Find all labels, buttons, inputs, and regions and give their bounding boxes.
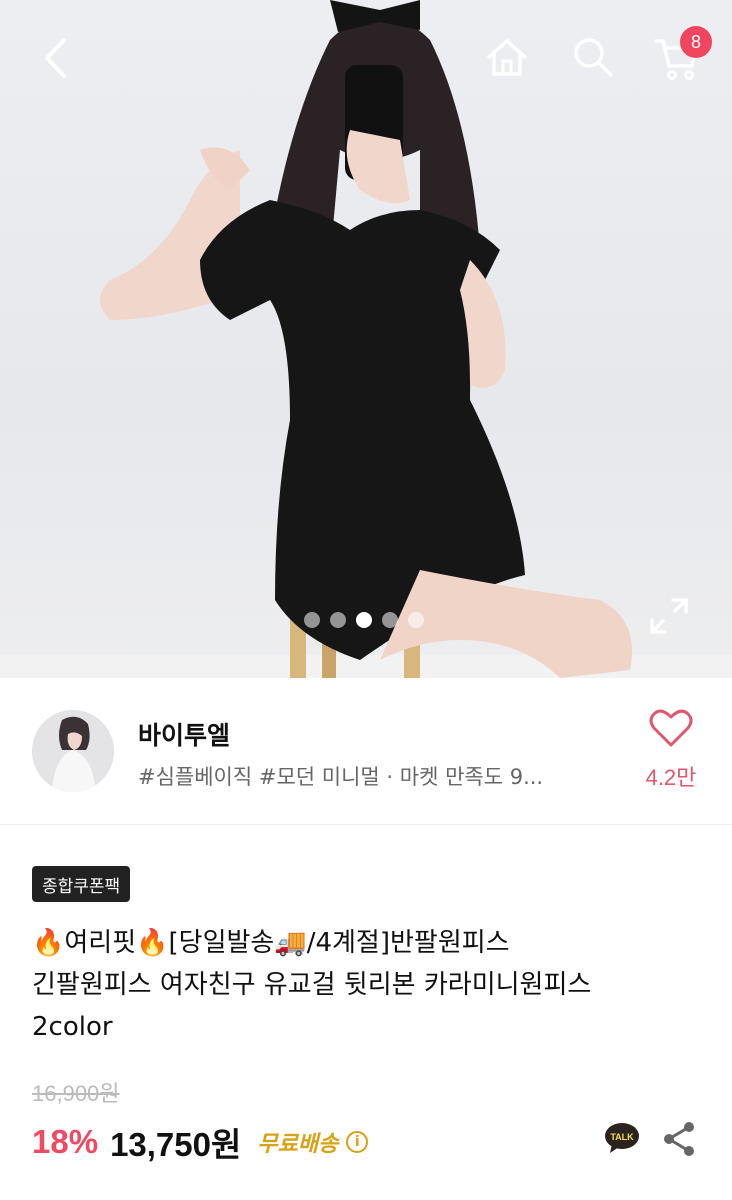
- back-icon: [45, 38, 66, 78]
- carousel-dot-active[interactable]: [356, 612, 372, 628]
- product-photo: [0, 0, 732, 678]
- heart-icon: [649, 709, 693, 747]
- svg-text:TALK: TALK: [610, 1132, 634, 1142]
- seller-avatar[interactable]: [32, 710, 114, 792]
- free-shipping-label: 무료배송: [257, 1132, 339, 1157]
- product-title-line: 2color: [32, 1012, 113, 1042]
- carousel-dot[interactable]: [382, 612, 398, 628]
- share-button[interactable]: [662, 1121, 696, 1157]
- product-title: 🔥여리핏🔥[당일발송🚚/4계절]반팔원피스 긴팔원피스 여자친구 유교걸 뒷리본…: [32, 922, 702, 1048]
- carousel-indicator: [304, 612, 424, 628]
- like-button[interactable]: 4.2만: [636, 708, 706, 792]
- home-button[interactable]: [484, 34, 530, 80]
- coupon-badge[interactable]: 종합쿠폰팩: [32, 866, 131, 902]
- seller-name[interactable]: 바이투엘: [138, 716, 230, 752]
- search-icon: [574, 38, 613, 77]
- avatar-image: [32, 710, 114, 792]
- share-icon: [664, 1122, 694, 1156]
- carousel-dot[interactable]: [330, 612, 346, 628]
- carousel-dot[interactable]: [304, 612, 320, 628]
- product-title-line: 🔥여리핏🔥[당일발송🚚/4계절]반팔원피스: [32, 928, 510, 958]
- expand-button[interactable]: [648, 596, 690, 636]
- home-icon: [487, 39, 527, 76]
- product-image[interactable]: 8: [0, 0, 732, 678]
- seller-tags: #심플베이직 #모던 미니멀 · 마켓 만족도 9...: [138, 765, 544, 789]
- original-price: 16,900원: [32, 1081, 120, 1106]
- cart-count-badge: 8: [680, 26, 712, 58]
- discount-rate: 18%: [32, 1123, 99, 1160]
- price-row: 18% 13,750원 무료배송 i: [32, 1118, 369, 1166]
- sale-price: 13,750원: [110, 1126, 242, 1163]
- expand-icon: [650, 598, 688, 634]
- info-icon[interactable]: i: [346, 1131, 369, 1153]
- back-button[interactable]: [36, 36, 76, 80]
- like-count: 4.2만: [645, 765, 697, 790]
- seller-section[interactable]: 바이투엘 #심플베이직 #모던 미니멀 · 마켓 만족도 9... 4.2만: [0, 678, 732, 825]
- carousel-dot[interactable]: [408, 612, 424, 628]
- product-title-line: 긴팔원피스 여자친구 유교걸 뒷리본 카라미니원피스: [32, 970, 592, 1000]
- search-button[interactable]: [570, 34, 616, 80]
- kakao-talk-button[interactable]: TALK: [604, 1122, 640, 1154]
- talk-icon: TALK: [605, 1123, 639, 1153]
